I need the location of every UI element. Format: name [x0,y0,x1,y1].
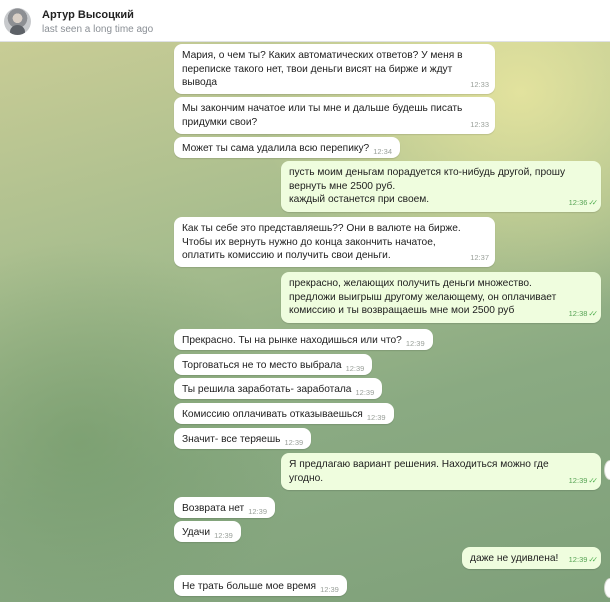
message-time: 12:39 [320,585,339,594]
message-text: Значит- все теряешь [182,434,281,445]
message-list[interactable]: Мария, о чем ты? Каких автоматических от… [0,42,610,602]
message-text: Прекрасно. Ты на рынке находишься или чт… [182,335,402,346]
message-outgoing[interactable]: прекрасно, желающих получить деньги множ… [281,272,601,323]
message-time: 12:33 [470,119,489,129]
message-text: Я предлагаю вариант решения. Находиться … [289,459,549,484]
double-check-icon: ✓✓ [588,197,597,207]
message-outgoing[interactable]: даже не удивлена! 12:39✓✓ [462,547,601,569]
contact-last-seen: last seen a long time ago [42,24,154,35]
message-time: 12:34 [373,147,393,156]
message-text: Возврата нет [182,503,245,514]
message-text: Может ты сама удалила всю перепику? [182,143,370,154]
message-time: 12:38 [568,308,588,318]
message-incoming[interactable]: Удачи 12:39 [174,521,241,542]
message-text: Ты решила заработать- заработала [182,384,352,395]
message-time: 12:33 [470,79,489,89]
message-incoming[interactable]: Ты решила заработать- заработала 12:39 [174,378,383,399]
contact-avatar[interactable] [4,8,31,35]
message-text: Торговаться не то место выбрала [182,360,342,371]
message-outgoing[interactable]: Я предлагаю вариант решения. Находиться … [281,453,601,490]
message-time: 12:39 [405,339,425,348]
scroll-edge-handle[interactable] [604,460,610,480]
message-text: Как ты себе это представляешь?? Они в ва… [182,223,461,261]
message-time: 12:39 [284,438,304,447]
chat-header: Артур Высоцкий last seen a long time ago [0,0,610,42]
message-time: 12:39 [568,554,588,564]
double-check-icon: ✓✓ [588,475,597,485]
message-incoming[interactable]: Как ты себе это представляешь?? Они в ва… [174,217,495,267]
double-check-icon: ✓✓ [588,554,597,564]
message-incoming[interactable]: Торговаться не то место выбрала 12:39 [174,354,373,375]
message-time: 12:39 [568,475,588,485]
message-incoming[interactable]: Комиссию оплачивать отказываешься 12:39 [174,403,394,424]
contact-name[interactable]: Артур Высоцкий [42,9,134,21]
message-time: 12:39 [248,507,267,516]
message-outgoing[interactable]: пусть моим деньгам порадуется кто-нибудь… [281,161,601,212]
message-incoming[interactable]: Мы закончим начатое или ты мне и дальше … [174,97,495,134]
message-incoming[interactable]: Прекрасно. Ты на рынке находишься или чт… [174,329,433,350]
message-incoming[interactable]: Может ты сама удалила всю перепику? 12:34 [174,137,401,158]
message-time: 12:39 [345,364,365,373]
message-incoming[interactable]: Возврата нет 12:39 [174,497,275,518]
message-text: Мария, о чем ты? Каких автоматических от… [182,50,463,88]
message-text: Удачи [182,527,211,538]
message-time: 12:37 [470,252,489,262]
message-time: 12:39 [355,388,375,397]
message-time: 12:36 [568,197,588,207]
message-incoming[interactable]: Мария, о чем ты? Каких автоматических от… [174,44,495,94]
message-text: Комиссию оплачивать отказываешься [182,409,363,420]
message-text: прекрасно, желающих получить деньги множ… [289,278,557,316]
message-text: Не трать больше мое время [182,581,317,592]
scroll-edge-handle[interactable] [604,578,610,598]
double-check-icon: ✓✓ [588,308,597,318]
message-time: 12:39 [214,531,233,540]
message-text: Мы закончим начатое или ты мне и дальше … [182,103,463,128]
message-incoming[interactable]: Не трать больше мое время 12:39 [174,575,347,596]
message-text: пусть моим деньгам порадуется кто-нибудь… [289,167,566,205]
message-time: 12:39 [366,413,386,422]
message-incoming[interactable]: Значит- все теряешь 12:39 [174,428,312,449]
